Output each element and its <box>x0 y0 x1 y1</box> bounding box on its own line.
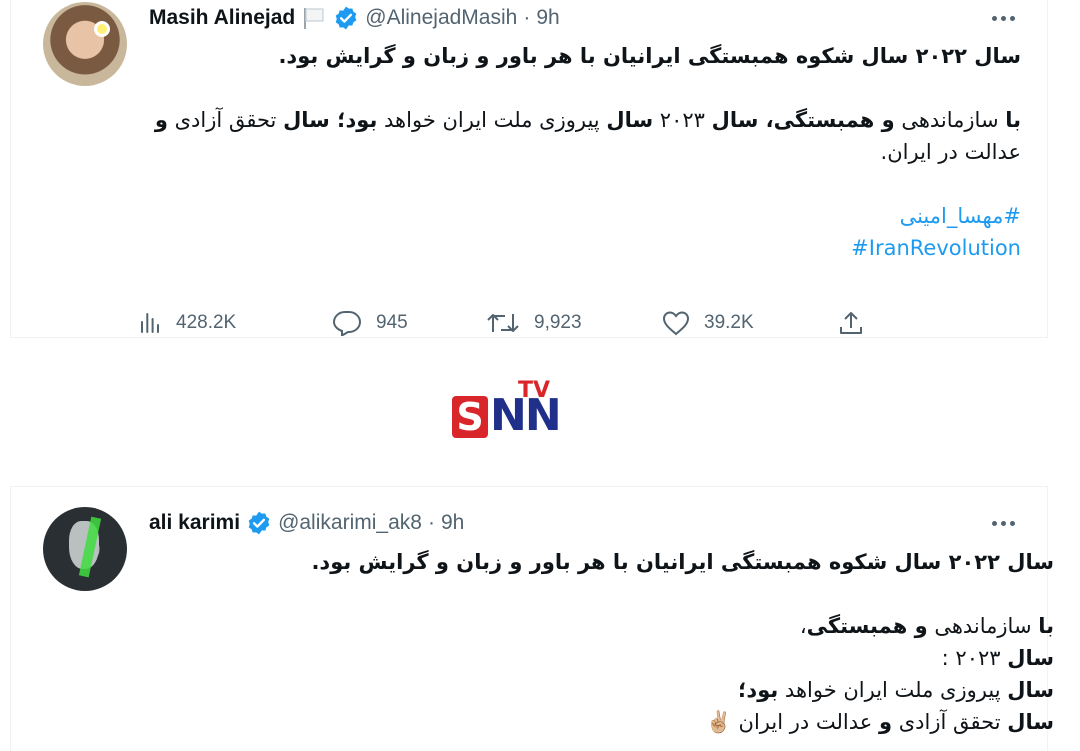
white-flag-icon <box>301 6 327 30</box>
separator-dot: · <box>523 6 531 29</box>
avatar[interactable] <box>43 507 127 591</box>
like-count: 39.2K <box>704 312 754 333</box>
tweet-text: سال ۲۰۲۲ سال شکوه همبستگی ایرانیان با هر… <box>141 40 1021 264</box>
tweet-line: سال ۲۰۲۲ سال شکوه همبستگی ایرانیان با هر… <box>311 550 1054 574</box>
text: عدالت در ایران <box>731 710 879 734</box>
text-bold: بود؛ سال <box>283 108 378 132</box>
text-bold: با <box>1005 108 1021 132</box>
hashtag-link[interactable]: #IranRevolution <box>851 232 1021 264</box>
display-name[interactable]: Masih Alinejad <box>149 6 295 30</box>
tweet-line: سال ۲۰۲۳ : <box>174 642 1054 674</box>
tweet-line: با سازماندهی و همبستگی، <box>174 610 1054 642</box>
text-bold: و <box>879 710 893 734</box>
more-icon[interactable] <box>987 8 1019 28</box>
reply-count: 945 <box>376 312 408 333</box>
user-handle[interactable]: @alikarimi_ak8 <box>278 511 422 535</box>
separator-dot: · <box>427 511 435 534</box>
views-action[interactable]: 428.2K <box>138 311 332 335</box>
text: ۲۰۲۳ <box>653 108 712 132</box>
text-bold: سال <box>1007 710 1054 734</box>
text: پیروزی ملت ایران خواهد <box>377 108 607 132</box>
text-bold: و همبستگی، سال <box>711 108 895 132</box>
retweet-action[interactable]: 9,923 <box>486 310 662 336</box>
tweet-header: ali karimi @alikarimi_ak8 · 9h <box>149 509 464 537</box>
share-icon <box>840 312 862 334</box>
text: تحقق آزادی <box>892 710 1008 734</box>
retweet-count: 9,923 <box>534 312 582 333</box>
hashtag-link[interactable]: #مهسا_امینی <box>900 204 1021 228</box>
more-icon[interactable] <box>987 513 1019 533</box>
tweet-text: سال ۲۰۲۲ سال شکوه همبستگی ایرانیان با هر… <box>174 546 1054 738</box>
reply-icon <box>332 311 362 336</box>
reply-action[interactable]: 945 <box>332 310 486 336</box>
logo-tv: TV <box>518 378 551 403</box>
text: سازماندهی <box>927 614 1039 638</box>
tweet-actions: 428.2K 945 9,923 39.2K <box>138 306 864 340</box>
text-bold: سال <box>606 108 654 132</box>
text: عدالت در ایران. <box>880 140 1021 164</box>
tweet-paragraph: با سازماندهی و همبستگی، سال ۲۰۲۳ سال پیر… <box>141 104 1021 168</box>
flower-decoration <box>97 24 107 34</box>
text: سازماندهی <box>894 108 1006 132</box>
display-name[interactable]: ali karimi <box>149 511 240 535</box>
share-action[interactable] <box>838 310 864 336</box>
watermark-area: S NN TV <box>0 340 1080 486</box>
verified-badge-icon <box>246 510 272 536</box>
victory-hand-emoji: ✌🏼 <box>705 710 732 734</box>
text: پیروزی ملت ایران خواهد <box>778 678 1008 702</box>
user-handle[interactable]: @AlinejadMasih <box>365 6 517 30</box>
text-bold: سال <box>1007 646 1054 670</box>
logo-s: S <box>452 396 488 438</box>
verified-badge-icon <box>333 5 359 31</box>
text: ۲۰۲۳ : <box>941 646 1008 670</box>
like-action[interactable]: 39.2K <box>662 310 838 336</box>
views-icon <box>141 313 159 333</box>
retweet-icon <box>487 314 519 332</box>
timestamp[interactable]: 9h <box>536 6 559 30</box>
text-bold: و <box>154 108 168 132</box>
avatar[interactable] <box>43 2 127 86</box>
tweet-line: سال ۲۰۲۲ سال شکوه همبستگی ایرانیان با هر… <box>278 44 1021 68</box>
text-bold: با <box>1038 614 1054 638</box>
text-bold: بود؛ <box>738 678 779 702</box>
text-bold: و همبستگی <box>806 614 928 638</box>
tweet-line: سال پیروزی ملت ایران خواهد بود؛ <box>174 674 1054 706</box>
timestamp[interactable]: 9h <box>441 511 464 535</box>
text: ، <box>799 614 807 638</box>
tweet-card[interactable]: Masih Alinejad @AlinejadMasih · 9h سال ۲… <box>10 0 1048 338</box>
tweet-header: Masih Alinejad @AlinejadMasih · 9h <box>149 4 560 32</box>
snn-tv-logo: S NN TV <box>452 378 562 442</box>
like-icon <box>662 311 690 336</box>
text: تحقق آزادی <box>167 108 284 132</box>
views-count: 428.2K <box>176 312 237 333</box>
tweet-line: سال تحقق آزادی و عدالت در ایران ✌🏼 <box>174 706 1054 738</box>
text-bold: سال <box>1007 678 1054 702</box>
